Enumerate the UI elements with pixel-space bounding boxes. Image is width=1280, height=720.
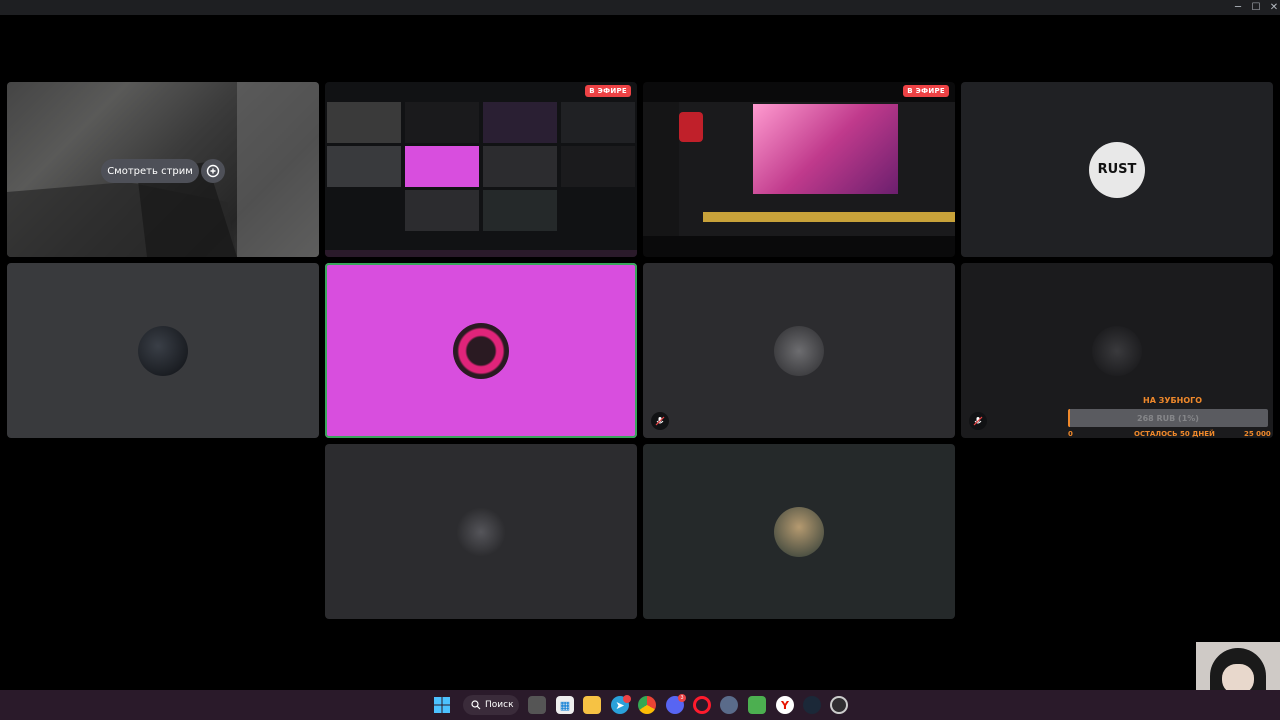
mic-muted-icon bbox=[651, 412, 669, 430]
opera-icon[interactable] bbox=[693, 696, 711, 714]
taskbar-search-label: Поиск bbox=[485, 700, 514, 710]
popout-icon bbox=[206, 164, 220, 178]
avatar bbox=[453, 322, 509, 379]
participant-tile-6[interactable] bbox=[643, 444, 955, 619]
taskbar-search[interactable]: Поиск bbox=[463, 695, 519, 715]
donation-max-label: 25 000 bbox=[1244, 430, 1271, 438]
rust-avatar: RUST bbox=[1089, 141, 1145, 198]
donation-days-left: ОСТАЛОСЬ 50 ДНЕЙ bbox=[1134, 430, 1215, 438]
windows-start-icon[interactable] bbox=[433, 696, 451, 714]
avatar bbox=[774, 325, 824, 376]
donation-title: НА ЗУБНОГО bbox=[1143, 396, 1203, 405]
screen-share-tile-1[interactable]: В ЭФИРЕ bbox=[325, 82, 637, 257]
participant-tile-5[interactable] bbox=[325, 444, 637, 619]
green-app-icon[interactable] bbox=[748, 696, 766, 714]
avatar bbox=[138, 325, 188, 376]
participant-tile-1[interactable] bbox=[7, 263, 319, 438]
stream-preview-tile[interactable]: Смотреть стрим bbox=[7, 82, 319, 257]
popout-stream-button[interactable] bbox=[201, 159, 225, 183]
discord-badge: 3 bbox=[678, 694, 686, 702]
donation-min-label: 0 bbox=[1068, 430, 1073, 438]
live-badge: В ЭФИРЕ bbox=[903, 85, 949, 97]
avatar bbox=[1092, 325, 1142, 376]
screen-share-tile-2[interactable]: В ЭФИРЕ bbox=[643, 82, 955, 257]
live-badge: В ЭФИРЕ bbox=[585, 85, 631, 97]
yandex-icon[interactable]: Y bbox=[776, 696, 794, 714]
participant-tile-speaking[interactable] bbox=[325, 263, 637, 438]
watch-stream-button[interactable]: Смотреть стрим bbox=[101, 159, 199, 183]
rust-logo-text: RUST bbox=[1097, 162, 1137, 177]
watch-stream-label: Смотреть стрим bbox=[107, 165, 193, 177]
notification-badge bbox=[623, 695, 631, 703]
chrome-icon[interactable] bbox=[638, 696, 656, 714]
nested-taskbar bbox=[325, 250, 637, 257]
participant-tile-3[interactable] bbox=[643, 263, 955, 438]
feather-icon[interactable] bbox=[720, 696, 738, 714]
mic-muted-icon bbox=[969, 412, 987, 430]
store-icon[interactable]: ▦ bbox=[556, 696, 574, 714]
participant-tile-rust[interactable]: RUST bbox=[961, 82, 1273, 257]
obs-icon[interactable] bbox=[830, 696, 848, 714]
window-titlebar: ─ ☐ ✕ bbox=[0, 0, 1280, 15]
steam-icon[interactable] bbox=[803, 696, 821, 714]
close-button[interactable]: ✕ bbox=[1262, 0, 1280, 15]
game-client-preview bbox=[643, 102, 955, 236]
avatar bbox=[774, 506, 824, 557]
file-explorer-icon[interactable] bbox=[583, 696, 601, 714]
avatar bbox=[456, 506, 506, 557]
nested-grid-preview bbox=[325, 100, 637, 240]
search-icon bbox=[471, 700, 481, 710]
donation-amount: 268 RUB (1%) bbox=[1137, 413, 1199, 423]
donation-progress-bar: 268 RUB (1%) bbox=[1068, 409, 1268, 427]
task-view-icon[interactable] bbox=[528, 696, 546, 714]
